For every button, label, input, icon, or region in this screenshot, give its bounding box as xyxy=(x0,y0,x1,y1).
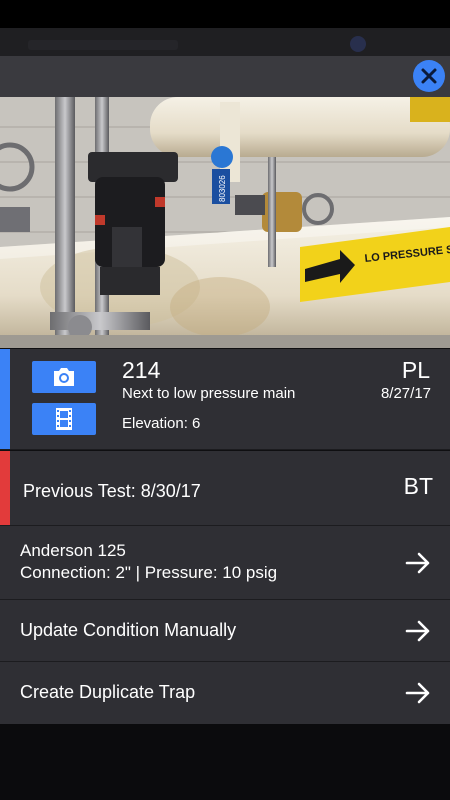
trap-model: Anderson 125 xyxy=(20,541,126,560)
create-duplicate-label: Create Duplicate Trap xyxy=(20,682,196,702)
create-duplicate-button[interactable]: Create Duplicate Trap xyxy=(0,662,450,724)
video-button[interactable] xyxy=(32,403,96,435)
trap-number: 214 xyxy=(122,357,161,383)
app-title-dimmed xyxy=(28,40,178,50)
trap-accent-bar xyxy=(0,349,10,449)
trap-code: PL xyxy=(401,357,430,383)
trap-elevation: Elevation: 6 xyxy=(122,415,201,432)
trap-info-row: 214 Next to low pressure main Elevation:… xyxy=(0,349,450,449)
film-icon xyxy=(56,408,72,430)
camera-icon xyxy=(54,368,74,386)
app-badge-dimmed xyxy=(350,36,366,52)
previous-test-code: BT xyxy=(403,473,433,499)
close-icon xyxy=(421,68,437,84)
trap-spec: Connection: 2" | Pressure: 10 psig xyxy=(20,563,278,582)
background-overlay xyxy=(0,724,450,800)
previous-test-accent-bar xyxy=(0,451,10,525)
divider xyxy=(0,449,450,450)
arrow-right-icon xyxy=(405,552,430,574)
trap-date: 8/27/17 xyxy=(380,385,431,402)
update-condition-label: Update Condition Manually xyxy=(20,620,237,640)
trap-location: Next to low pressure main xyxy=(122,385,296,402)
trap-details-row[interactable]: Anderson 125 Connection: 2" | Pressure: … xyxy=(0,526,450,599)
modal-header xyxy=(0,56,450,97)
photo-tag-number: 803026 xyxy=(218,175,227,202)
status-bar xyxy=(0,0,450,28)
camera-button[interactable] xyxy=(32,361,96,393)
previous-test-row[interactable]: Previous Test: 8/30/17 BT xyxy=(0,451,450,525)
previous-test-label: Previous Test: 8/30/17 xyxy=(23,481,201,501)
arrow-right-icon xyxy=(405,682,430,704)
trap-photo: LO PRESSURE STEAM 803026 xyxy=(0,97,450,348)
close-button[interactable] xyxy=(413,60,445,92)
arrow-right-icon xyxy=(405,620,430,642)
app-bar-background xyxy=(0,28,450,56)
update-condition-button[interactable]: Update Condition Manually xyxy=(0,600,450,661)
